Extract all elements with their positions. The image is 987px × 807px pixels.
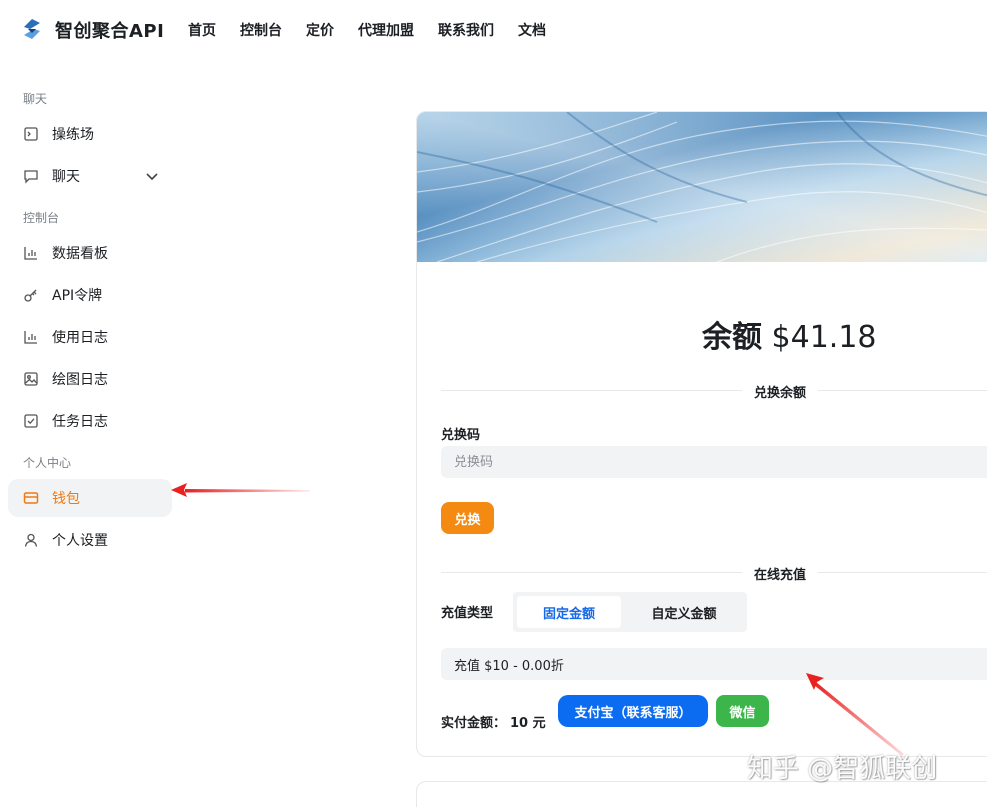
- topup-type-label: 充值类型: [441, 606, 494, 621]
- sidebar-item-api-token[interactable]: API令牌: [8, 276, 172, 314]
- alipay-button[interactable]: 支付宝（联系客服）: [558, 695, 708, 727]
- bar-chart-icon: [23, 329, 39, 345]
- nav-console[interactable]: 控制台: [240, 20, 282, 40]
- logo-icon[interactable]: [20, 17, 44, 41]
- wechat-pay-button[interactable]: 微信: [716, 695, 769, 727]
- wallet-card: 余额 $41.18 兑换余额 兑换码 兑换 在线充值 充值类型 固定金额 自定义…: [416, 111, 987, 757]
- sidebar-item-label: 操练场: [52, 127, 94, 143]
- redeem-button[interactable]: 兑换: [441, 502, 494, 534]
- sidebar-item-usage-log[interactable]: 使用日志: [8, 318, 172, 356]
- sidebar-item-playground[interactable]: 操练场: [8, 115, 172, 153]
- divider-redeem: [441, 390, 987, 391]
- user-icon: [23, 532, 39, 548]
- sidebar-item-settings[interactable]: 个人设置: [8, 521, 172, 559]
- chat-bubble-icon: [23, 168, 39, 184]
- sidebar-item-drawing-log[interactable]: 绘图日志: [8, 360, 172, 398]
- nav-contact[interactable]: 联系我们: [438, 20, 494, 40]
- sidebar-section-console: 控制台: [23, 211, 60, 225]
- chevron-down-icon[interactable]: [144, 168, 160, 184]
- image-icon: [23, 371, 39, 387]
- main-nav: 首页 控制台 定价 代理加盟 联系我们 文档: [188, 20, 570, 40]
- pay-amount-label: 实付金额：: [441, 716, 507, 731]
- sidebar-item-label: 聊天: [52, 169, 80, 185]
- sidebar-item-wallet[interactable]: 钱包: [8, 479, 172, 517]
- sidebar-item-chat[interactable]: 聊天: [8, 157, 172, 195]
- top-navbar: 智创聚合API 首页 控制台 定价 代理加盟 联系我们 文档: [0, 0, 987, 60]
- wallet-icon: [23, 490, 39, 506]
- divider-online: [441, 572, 987, 573]
- balance-value: $41.18: [771, 320, 877, 355]
- brand-name[interactable]: 智创聚合API: [55, 17, 164, 43]
- pay-amount-value: 10 元: [510, 716, 546, 731]
- balance-label: 余额: [702, 320, 762, 355]
- annotation-arrow-left: [171, 483, 310, 497]
- redeem-code-input[interactable]: [441, 446, 987, 478]
- redeem-code-label: 兑换码: [441, 428, 481, 443]
- section-title-redeem: 兑换余额: [742, 382, 819, 401]
- nav-agency[interactable]: 代理加盟: [358, 20, 414, 40]
- section-title-online: 在线充值: [742, 564, 819, 583]
- sidebar-item-dashboard[interactable]: 数据看板: [8, 234, 172, 272]
- checkbox-icon: [23, 413, 39, 429]
- banner-image: [417, 112, 987, 262]
- sidebar-item-label: 绘图日志: [52, 372, 108, 388]
- sidebar-item-label: 数据看板: [52, 246, 108, 262]
- nav-docs[interactable]: 文档: [518, 20, 546, 40]
- sidebar-item-label: 钱包: [52, 491, 80, 507]
- sidebar-section-chat: 聊天: [23, 92, 48, 106]
- balance-display: 余额 $41.18: [702, 312, 877, 356]
- terminal-icon: [23, 126, 39, 142]
- sidebar-section-personal: 个人中心: [23, 456, 72, 470]
- sidebar-item-label: API令牌: [52, 288, 103, 304]
- sidebar-item-label: 使用日志: [52, 330, 108, 346]
- topup-type-selector: 固定金额 自定义金额: [513, 592, 747, 632]
- nav-pricing[interactable]: 定价: [306, 20, 334, 40]
- bar-chart-icon: [23, 245, 39, 261]
- sidebar-item-label: 个人设置: [52, 533, 108, 549]
- nav-home[interactable]: 首页: [188, 20, 216, 40]
- tab-fixed-amount[interactable]: 固定金额: [517, 596, 621, 628]
- key-icon: [23, 287, 39, 303]
- sidebar-item-label: 任务日志: [52, 414, 108, 430]
- tab-custom-amount[interactable]: 自定义金额: [625, 596, 743, 628]
- watermark-text: 知乎 @智狐联创: [747, 754, 938, 784]
- sidebar-item-task-log[interactable]: 任务日志: [8, 402, 172, 440]
- annotation-arrow-up: [806, 673, 904, 756]
